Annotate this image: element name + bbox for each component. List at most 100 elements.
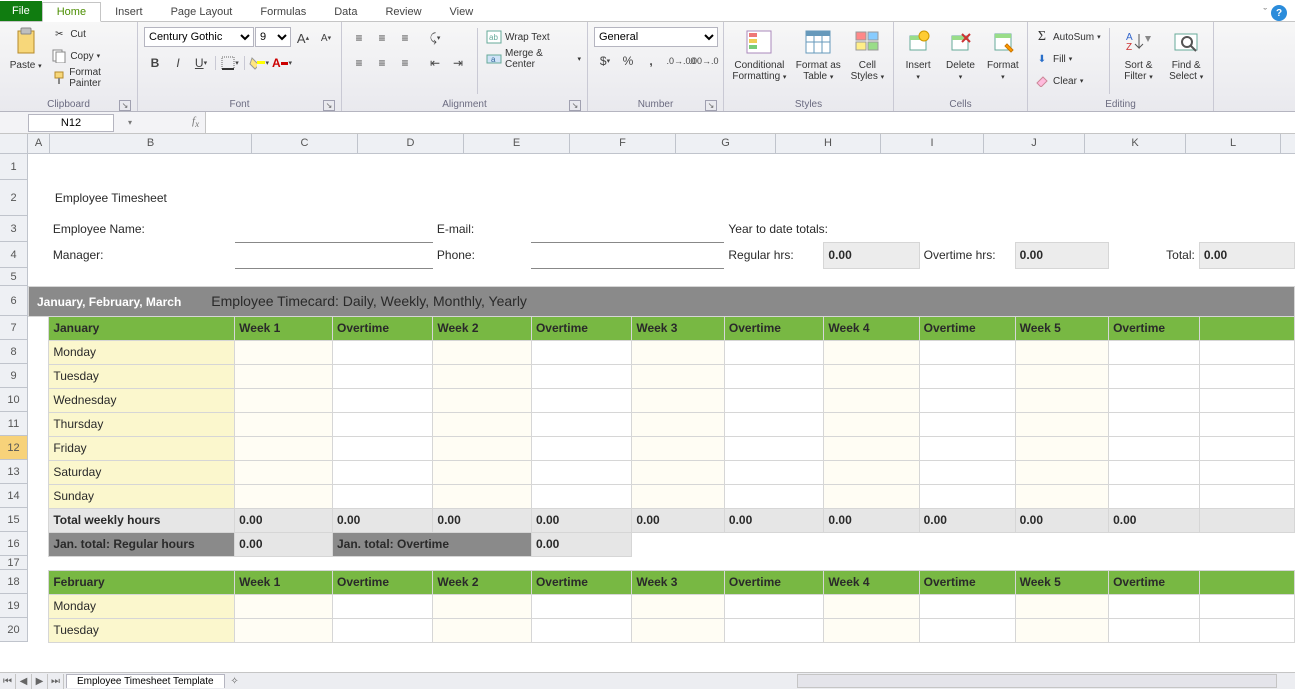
hours-cell[interactable] (235, 364, 333, 388)
cell[interactable] (1109, 268, 1200, 286)
number-format-select[interactable]: General (594, 27, 718, 47)
font-color-button[interactable]: A▾ (271, 52, 293, 74)
insert-cells-button[interactable]: Insert▾ (900, 24, 936, 83)
find-select-button[interactable]: Find & Select ▾ (1165, 24, 1207, 83)
hours-cell[interactable] (1109, 364, 1200, 388)
hours-cell[interactable] (1015, 460, 1108, 484)
week-column-header[interactable]: Overtime (531, 570, 631, 594)
cell[interactable] (332, 268, 432, 286)
conditional-formatting-button[interactable]: Conditional Formatting ▾ (730, 24, 789, 83)
tab-home[interactable]: Home (42, 2, 101, 22)
row-header[interactable]: 5 (0, 268, 28, 286)
align-bottom-button[interactable]: ≡ (394, 27, 416, 49)
hours-cell[interactable] (235, 436, 333, 460)
cell[interactable] (235, 268, 333, 286)
weekly-total-value[interactable]: 0.00 (919, 508, 1015, 532)
cell[interactable] (29, 556, 49, 570)
cell[interactable] (531, 154, 631, 180)
format-cells-button[interactable]: Format▾ (985, 24, 1021, 83)
merge-center-button[interactable]: aMerge & Center ▾ (486, 49, 581, 69)
tab-view[interactable]: View (436, 3, 488, 21)
fill-button[interactable]: ⬇Fill ▾ (1034, 49, 1101, 69)
hours-cell[interactable] (1109, 340, 1200, 364)
week-column-header[interactable]: Overtime (919, 316, 1015, 340)
hours-cell[interactable] (824, 364, 919, 388)
row-header[interactable]: 20 (0, 618, 28, 642)
weekly-total-value[interactable]: 0.00 (433, 508, 532, 532)
total-value[interactable]: 0.00 (1199, 242, 1294, 268)
namebox-dropdown-icon[interactable]: ▾ (128, 118, 132, 127)
weekly-total-value[interactable]: 0.00 (332, 508, 432, 532)
week-column-header[interactable]: Week 2 (433, 316, 532, 340)
month-header[interactable]: January (49, 316, 235, 340)
hours-cell[interactable] (235, 484, 333, 508)
week-column-header[interactable]: Week 4 (824, 316, 919, 340)
column-header[interactable]: F (570, 134, 676, 154)
orientation-button[interactable]: ⤹▾ (424, 27, 446, 49)
cell[interactable] (1109, 556, 1200, 570)
cell[interactable] (29, 316, 49, 340)
row-header[interactable]: 16 (0, 532, 28, 556)
cell[interactable] (1199, 436, 1294, 460)
cell[interactable] (29, 532, 49, 556)
cell[interactable] (824, 268, 919, 286)
weekly-total-value[interactable]: 0.00 (632, 508, 725, 532)
hours-cell[interactable] (724, 594, 824, 618)
day-label[interactable]: Tuesday (49, 364, 235, 388)
cut-button[interactable]: ✂Cut (51, 24, 131, 44)
cell[interactable] (1199, 388, 1294, 412)
hours-cell[interactable] (1015, 484, 1108, 508)
month-header[interactable]: February (49, 570, 235, 594)
cell[interactable] (1199, 268, 1294, 286)
row-header[interactable]: 4 (0, 242, 28, 268)
manager-label[interactable]: Manager: (49, 242, 235, 268)
cell[interactable] (1199, 216, 1294, 242)
delete-cells-button[interactable]: Delete▾ (942, 24, 978, 83)
currency-button[interactable]: $▾ (594, 50, 616, 72)
tab-nav-last[interactable]: ⏭ (48, 674, 64, 689)
hours-cell[interactable] (332, 436, 432, 460)
weekly-total-value[interactable]: 0.00 (824, 508, 919, 532)
hours-cell[interactable] (332, 460, 432, 484)
cell[interactable] (29, 340, 49, 364)
column-header[interactable]: B (50, 134, 252, 154)
row-header[interactable]: 10 (0, 388, 28, 412)
day-label[interactable]: Saturday (49, 460, 235, 484)
hours-cell[interactable] (724, 484, 824, 508)
week-column-header[interactable]: Week 1 (235, 570, 333, 594)
align-middle-button[interactable]: ≡ (371, 27, 393, 49)
cell[interactable] (531, 268, 631, 286)
hours-cell[interactable] (332, 412, 432, 436)
cell[interactable] (433, 154, 532, 180)
format-as-table-button[interactable]: Format as Table ▾ (795, 24, 842, 83)
day-label[interactable]: Wednesday (49, 388, 235, 412)
week-column-header[interactable]: Week 1 (235, 316, 333, 340)
hours-cell[interactable] (1015, 364, 1108, 388)
bold-button[interactable]: B (144, 52, 166, 74)
hours-cell[interactable] (531, 436, 631, 460)
tab-page-layout[interactable]: Page Layout (157, 3, 247, 21)
week-column-header[interactable]: Week 2 (433, 570, 532, 594)
hours-cell[interactable] (632, 594, 725, 618)
cell[interactable] (29, 364, 49, 388)
hours-cell[interactable] (919, 412, 1015, 436)
hours-cell[interactable] (632, 436, 725, 460)
row-header[interactable]: 13 (0, 460, 28, 484)
hours-cell[interactable] (1109, 618, 1200, 642)
underline-button[interactable]: U▾ (190, 52, 212, 74)
hours-cell[interactable] (1015, 436, 1108, 460)
cell[interactable] (1109, 532, 1200, 556)
format-painter-button[interactable]: Format Painter (51, 68, 131, 88)
cell[interactable] (49, 268, 235, 286)
cell[interactable] (1199, 154, 1294, 180)
hours-cell[interactable] (332, 364, 432, 388)
cell[interactable] (1199, 484, 1294, 508)
hours-cell[interactable] (433, 412, 532, 436)
cell[interactable] (1015, 216, 1108, 242)
cell[interactable] (1199, 508, 1294, 532)
row-header[interactable]: 17 (0, 556, 28, 570)
hours-cell[interactable] (724, 388, 824, 412)
hours-cell[interactable] (235, 594, 333, 618)
decrease-font-button[interactable]: A▾ (315, 27, 337, 49)
hours-cell[interactable] (824, 618, 919, 642)
